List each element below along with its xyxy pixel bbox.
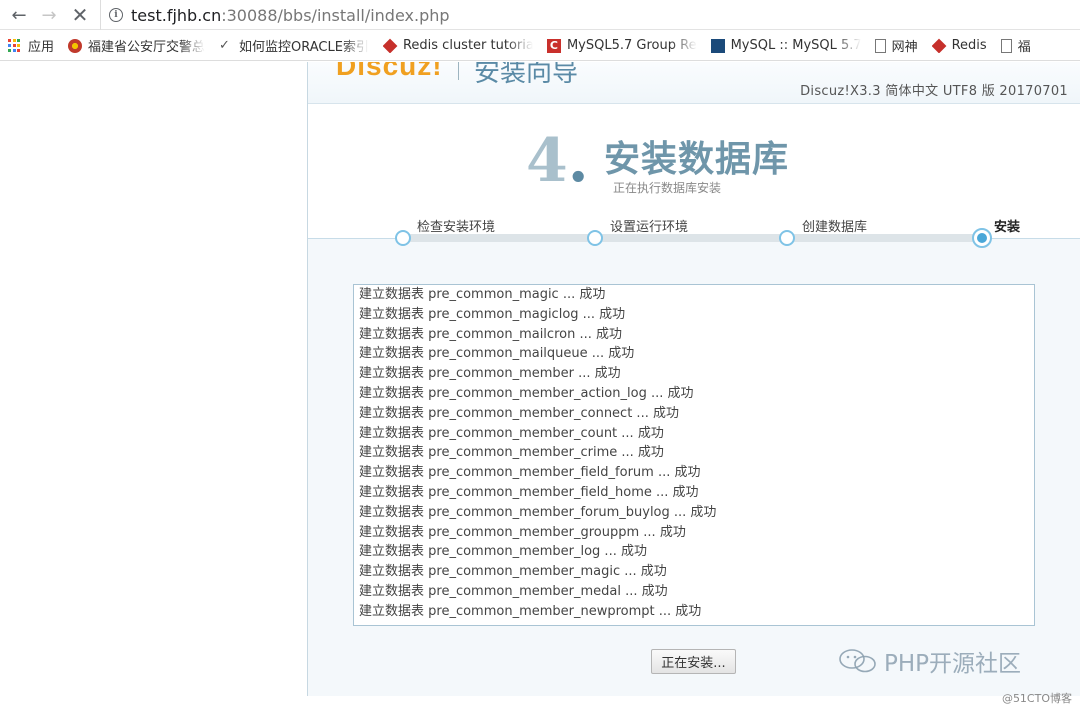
forward-arrow-icon[interactable]: → [38, 4, 60, 26]
step-label-create-db: 创建数据库 [802, 220, 868, 235]
stop-loading-icon[interactable]: ✕ [69, 3, 91, 27]
log-line: 建立数据表 pre_common_member_magic ... 成功 [359, 564, 667, 580]
log-line: 建立数据表 pre_common_member_newprompt ... 成功 [359, 603, 702, 619]
log-line: 建立数据表 pre_common_member_forum_buylog ...… [359, 504, 717, 520]
log-line: 建立数据表 pre_common_magic ... 成功 [359, 287, 606, 302]
redis-icon [931, 38, 947, 53]
bookmark-label: MySQL5.7 Group Re [566, 38, 697, 53]
log-line: 建立数据表 pre_common_member_field_home ... 成… [359, 484, 699, 500]
log-line: 建立数据表 pre_common_member_grouppm ... 成功 [359, 524, 686, 540]
url-path: :30088/bbs/install/index.php [221, 5, 450, 25]
bookmark-redis-cluster[interactable]: Redis cluster tutoria [382, 38, 533, 53]
log-line: 建立数据表 pre_common_member_count ... 成功 [359, 425, 664, 441]
bookmark-icon: ✓ [219, 37, 230, 53]
back-arrow-icon[interactable]: ← [8, 4, 30, 26]
step-progress-track [403, 234, 983, 242]
bookmark-label: Redis cluster tutoria [402, 38, 533, 53]
bookmark-label: 应用 [28, 40, 55, 55]
log-line: 建立数据表 pre_common_member_crime ... 成功 [359, 445, 664, 461]
install-log[interactable]: 建立数据表 pre_common_magic ... 成功 建立数据表 pre_c… [353, 284, 1035, 626]
redis-icon [382, 38, 398, 53]
bookmark-mysql-docs[interactable]: MySQL :: MySQL 5.7 [710, 38, 861, 53]
log-line: 建立数据表 pre_common_member_action_log ... 成… [359, 385, 694, 401]
bookmark-fu[interactable]: 福 [1000, 36, 1031, 55]
bookmark-label: MySQL :: MySQL 5.7 [730, 38, 861, 53]
apps-grid-icon [8, 38, 22, 53]
log-line: 建立数据表 pre_common_magiclog ... 成功 [359, 306, 626, 322]
step-label-check-env: 检查安装环境 [417, 220, 496, 235]
log-line: 建立数据表 pre_common_member_medal ... 成功 [359, 583, 668, 599]
installing-button[interactable]: 正在安装... [651, 649, 736, 674]
bookmark-label: Redis [951, 38, 987, 53]
bookmark-wangshen[interactable]: 网神 [874, 36, 918, 55]
step-number: 4. [526, 126, 589, 196]
bookmarks-bar: 应用 福建省公安厅交警总 ✓ 如何监控ORACLE索引 Redis cluste… [0, 31, 1080, 61]
log-line: 建立数据表 pre_common_member_field_forum ... … [359, 465, 701, 481]
wizard-header: Discuz! 安装向导 Discuz!X3.3 简体中文 UTF8 版 201… [308, 62, 1080, 104]
bookmark-label: 如何监控ORACLE索引 [239, 40, 369, 55]
wechat-icon [839, 649, 876, 673]
bookmark-police[interactable]: 福建省公安厅交警总 [68, 36, 205, 55]
version-text: Discuz!X3.3 简体中文 UTF8 版 20170701 [800, 84, 1068, 99]
bookmark-redis[interactable]: Redis [931, 38, 987, 53]
step-node-1 [395, 230, 411, 246]
page-icon [874, 38, 886, 53]
discuz-logo: Discuz! [336, 62, 443, 81]
step-node-3 [779, 230, 795, 246]
info-icon[interactable]: i [109, 8, 123, 22]
step-number-digit: 4 [526, 126, 568, 196]
step-number-dot: . [567, 126, 589, 196]
step-label-install: 安装 [994, 220, 1021, 235]
credit-text: @51CTO博客 [1001, 692, 1072, 705]
page-icon [1000, 38, 1012, 53]
bookmark-oracle[interactable]: ✓ 如何监控ORACLE索引 [219, 36, 369, 55]
step-subtitle: 正在执行数据库安装 [613, 181, 722, 195]
logo-divider [458, 62, 459, 80]
bookmark-mysql-group[interactable]: C MySQL5.7 Group Re [546, 38, 697, 53]
step-title: 安装数据库 [604, 139, 790, 180]
wizard-title: 安装向导 [474, 62, 579, 88]
install-wizard: Discuz! 安装向导 Discuz!X3.3 简体中文 UTF8 版 201… [307, 62, 1080, 696]
url-host: test.fjhb.cn [131, 5, 222, 25]
bookmark-apps[interactable]: 应用 [8, 36, 54, 55]
log-line: 建立数据表 pre_common_member_log ... 成功 [359, 544, 647, 560]
watermark: PHP开源社区 [838, 644, 1021, 678]
bookmark-label: 福建省公安厅交警总 [88, 40, 206, 55]
step-node-2 [587, 230, 603, 246]
log-line: 建立数据表 pre_common_member ... 成功 [359, 366, 621, 382]
csdn-icon: C [546, 38, 561, 53]
step-node-4-active [972, 228, 992, 248]
log-line: 建立数据表 pre_common_mailqueue ... 成功 [359, 346, 635, 362]
police-badge-icon [68, 38, 83, 53]
bookmark-label: 网神 [891, 40, 918, 55]
log-line: 建立数据表 pre_common_member_connect ... 成功 [359, 405, 679, 421]
log-line: 建立数据表 pre_common_mailcron ... 成功 [359, 326, 622, 342]
watermark-text: PHP开源社区 [884, 651, 1022, 677]
browser-address-bar: ← → ✕ i test.fjhb.cn:30088/bbs/install/i… [0, 0, 1080, 30]
bookmark-label: 福 [1017, 40, 1031, 55]
step-label-setup-env: 设置运行环境 [610, 220, 689, 235]
mysql-icon [710, 38, 725, 53]
url-field[interactable]: i test.fjhb.cn:30088/bbs/install/index.p… [100, 0, 1080, 30]
